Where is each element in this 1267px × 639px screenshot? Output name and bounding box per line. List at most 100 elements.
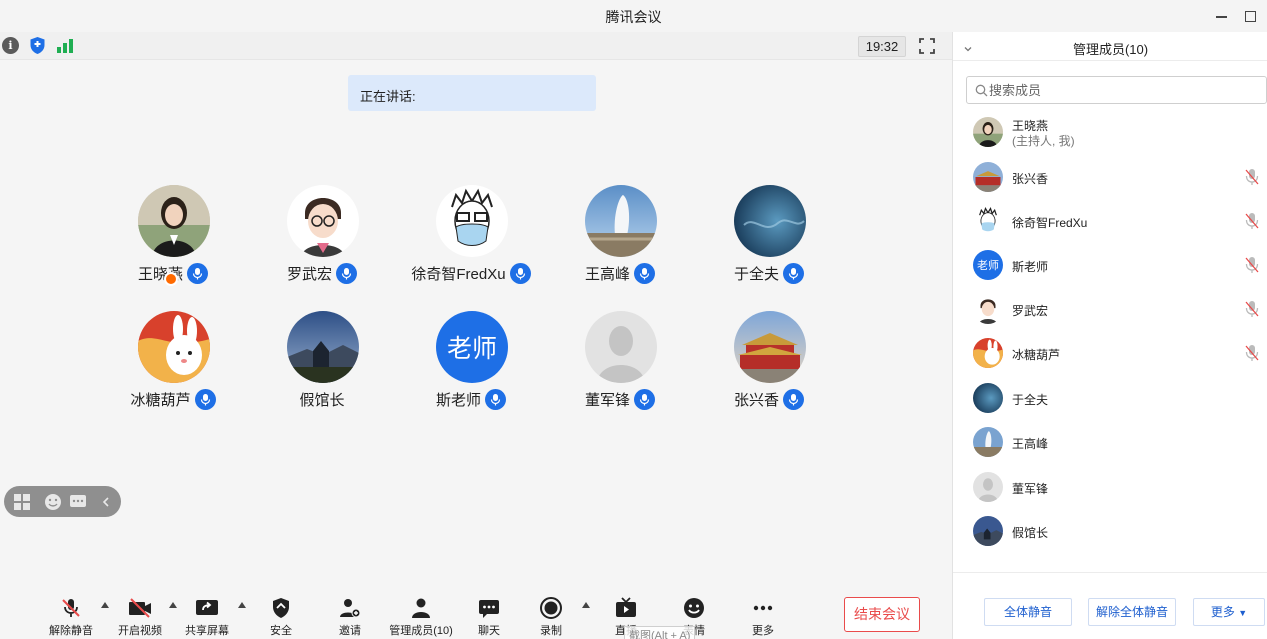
mic-icon (187, 263, 208, 284)
participant-name: 斯老师 (435, 392, 481, 409)
member-name: 假馆长 (1012, 526, 1049, 540)
avatar-text: 老师 (446, 335, 497, 363)
shield-icon[interactable] (29, 36, 46, 55)
participant-tile[interactable]: 罗武宏 (252, 185, 392, 295)
mic-icon (485, 389, 506, 410)
video-label: 开启视频 (118, 625, 162, 637)
participant-tile[interactable]: 于全夫 (699, 185, 839, 295)
more-button[interactable]: 更多 (728, 594, 798, 639)
minimize-button[interactable] (1212, 6, 1232, 26)
share-screen-icon (196, 600, 218, 615)
participant-name: 罗武宏 (286, 266, 332, 283)
unmute-button[interactable]: 解除静音 (36, 594, 106, 639)
more-label: 更多 (752, 625, 774, 637)
participant-tile[interactable]: 徐奇智FredXu (401, 185, 541, 295)
layout-grid-icon[interactable] (12, 492, 32, 512)
record-button[interactable]: 录制 (516, 594, 586, 639)
mic-muted-icon[interactable] (1244, 344, 1260, 362)
mic-muted-icon[interactable] (1244, 300, 1260, 318)
panel-more-button[interactable]: 更多 ▼ (1193, 598, 1265, 626)
mic-icon (634, 389, 655, 410)
meeting-toolbar: 解除静音 开启视频 共享屏幕 安全 邀请 管理成员(10) 聊天 录制 直播 表… (0, 590, 952, 639)
member-row[interactable]: 董军锋 (953, 467, 1267, 507)
top-status-strip: i 19:32 (0, 32, 952, 60)
participant-tile[interactable]: 冰糖葫芦 (103, 311, 243, 421)
manage-members-button[interactable]: 管理成员(10) (385, 594, 457, 639)
mic-muted-icon[interactable] (1244, 212, 1260, 230)
avatar (734, 185, 806, 257)
chat-icon (479, 600, 499, 618)
maximize-button[interactable] (1240, 6, 1260, 26)
mic-muted-icon[interactable] (1244, 168, 1260, 186)
mic-icon (783, 389, 804, 410)
member-panel-title: 管理成员(10) (1072, 42, 1149, 57)
video-off-icon (129, 598, 151, 618)
search-icon (975, 84, 988, 97)
avatar (585, 185, 657, 257)
avatar (287, 311, 359, 383)
chat-button[interactable]: 聊天 (454, 594, 524, 639)
chevron-left-icon[interactable] (96, 492, 116, 512)
avatar (436, 185, 508, 257)
member-row[interactable]: 老师 斯老师 (953, 245, 1267, 285)
avatar (973, 338, 1003, 368)
signal-icon[interactable] (56, 38, 74, 53)
fullscreen-icon[interactable] (918, 37, 936, 55)
record-options-caret[interactable] (582, 602, 590, 608)
member-panel: 管理成员(10) 王晓燕 (主持人, 我) 张兴香 徐奇智FredXu 老师 斯… (952, 32, 1267, 639)
security-button[interactable]: 安全 (246, 594, 316, 639)
mic-icon (783, 263, 804, 284)
participant-name: 张兴香 (733, 392, 779, 409)
participant-tile[interactable]: 董军锋 (550, 311, 690, 421)
member-row[interactable]: 张兴香 (953, 157, 1267, 197)
avatar (973, 427, 1003, 457)
participant-tile[interactable]: 假馆长 (252, 311, 392, 421)
participant-tile[interactable]: 张兴香 (699, 311, 839, 421)
member-row[interactable]: 徐奇智FredXu (953, 201, 1267, 241)
member-row[interactable]: 王高峰 (953, 422, 1267, 462)
share-options-caret[interactable] (238, 602, 246, 608)
member-name: 王高峰 (1012, 437, 1049, 451)
member-row[interactable]: 于全夫 (953, 378, 1267, 418)
member-name: 徐奇智FredXu (1012, 216, 1088, 230)
avatar (287, 185, 359, 257)
message-icon[interactable] (68, 492, 88, 512)
screenshot-tooltip: 截图(Alt + A) (624, 626, 696, 639)
unmute-label: 解除静音 (49, 625, 93, 637)
info-icon[interactable]: i (2, 37, 19, 54)
title-bar: 腾讯会议 (0, 0, 1267, 32)
invite-button[interactable]: 邀请 (315, 594, 385, 639)
member-row[interactable]: 罗武宏 (953, 289, 1267, 329)
mic-muted-icon[interactable] (1244, 256, 1260, 274)
participant-tile[interactable]: 王高峰 (550, 185, 690, 295)
mute-all-button[interactable]: 全体静音 (984, 598, 1072, 626)
smiley-icon (684, 598, 704, 618)
mic-off-icon (62, 599, 80, 617)
member-search-input[interactable] (989, 81, 1259, 100)
unmute-all-button[interactable]: 解除全体静音 (1088, 598, 1176, 626)
avatar (973, 206, 1003, 236)
floating-view-bar (4, 486, 121, 517)
end-meeting-button[interactable]: 结束会议 (844, 597, 920, 632)
member-row[interactable]: 冰糖葫芦 (953, 333, 1267, 373)
member-panel-header: 管理成员(10) (953, 32, 1267, 61)
record-label: 录制 (540, 625, 562, 637)
share-screen-button[interactable]: 共享屏幕 (172, 594, 242, 639)
caret-down-icon: ▼ (1238, 608, 1248, 618)
video-button[interactable]: 开启视频 (105, 594, 175, 639)
member-name: 斯老师 (1012, 260, 1049, 274)
mic-icon (194, 389, 216, 410)
member-row[interactable]: 王晓燕 (主持人, 我) (953, 112, 1267, 154)
participant-name: 假馆长 (299, 392, 345, 409)
member-name: 于全夫 (1012, 393, 1049, 407)
participant-name: 于全夫 (733, 266, 779, 283)
participant-tile[interactable]: 老师 斯老师 (401, 311, 541, 421)
avatar (973, 383, 1003, 413)
host-badge-icon (164, 272, 178, 286)
avatar (973, 117, 1003, 147)
member-row[interactable]: 假馆长 (953, 511, 1267, 551)
more-dots-icon (753, 605, 773, 611)
chat-label: 聊天 (478, 625, 500, 637)
participant-name: 冰糖葫芦 (130, 392, 191, 409)
emoji-icon[interactable] (43, 492, 63, 512)
